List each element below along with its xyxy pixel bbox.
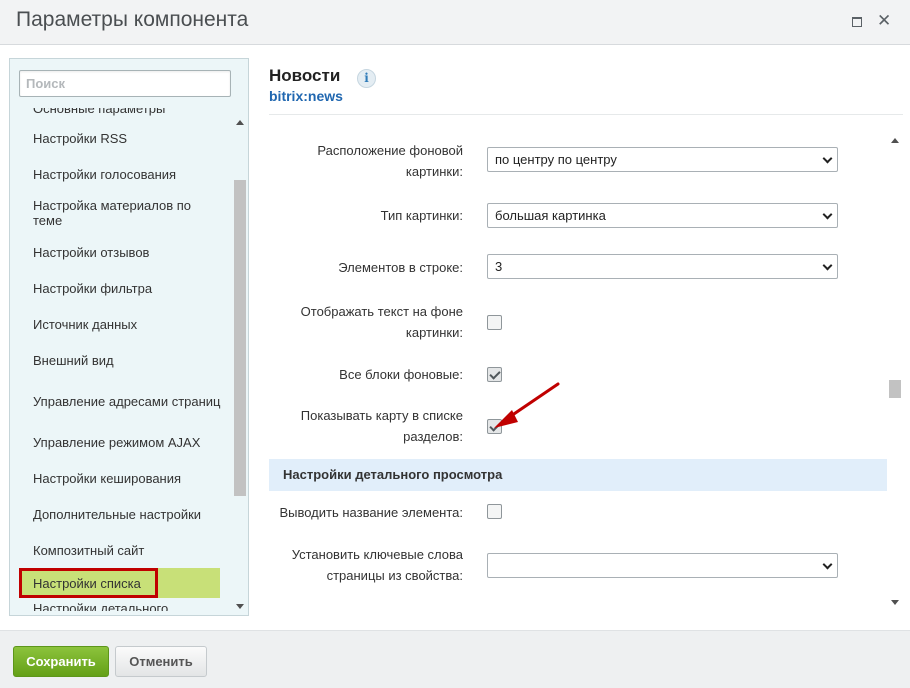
bg-position-select[interactable]: по центру по центру bbox=[487, 147, 838, 172]
setting-label: Установить ключевые слова страницы из св… bbox=[291, 547, 463, 583]
sidebar-item[interactable]: Настройки отзывов bbox=[11, 234, 231, 270]
setting-label: Отображать текст на фоне картинки: bbox=[300, 304, 463, 340]
sidebar-item-label: Настройка материалов по теме bbox=[33, 198, 191, 228]
chevron-down-icon bbox=[822, 209, 833, 220]
component-name: Новости bbox=[269, 66, 341, 85]
sidebar-item-label: Управление режимом AJAX bbox=[33, 434, 201, 450]
sidebar-item[interactable]: Настройки голосования bbox=[11, 156, 231, 192]
settings-scrollbar[interactable] bbox=[887, 130, 903, 616]
sidebar-scrollbar[interactable] bbox=[232, 108, 248, 612]
sidebar-item[interactable]: Настройки детального просмотра bbox=[11, 598, 231, 611]
setting-label: Все блоки фоновые: bbox=[339, 367, 463, 382]
picture-type-select[interactable]: большая картинка bbox=[487, 203, 838, 228]
dialog-titlebar: Параметры компонента ✕ bbox=[0, 0, 910, 45]
close-icon[interactable]: ✕ bbox=[877, 13, 891, 30]
sidebar-item-label: Управление адресами страниц bbox=[33, 393, 221, 409]
chevron-down-icon bbox=[822, 153, 833, 164]
highlight-frame bbox=[19, 568, 158, 598]
section-title: Настройки детального просмотра bbox=[283, 467, 503, 482]
sidebar-item-label: Внешний вид bbox=[33, 352, 114, 368]
sidebar-item-label: Настройки детального просмотра bbox=[33, 601, 169, 611]
sidebar-item[interactable]: Управление режимом AJAX bbox=[11, 424, 231, 460]
component-code: bitrix:news bbox=[269, 88, 343, 104]
info-icon[interactable]: i bbox=[357, 69, 376, 88]
select-value: по центру по центру bbox=[495, 152, 617, 167]
setting-label: Выводить название элемента: bbox=[279, 505, 463, 520]
annotation-arrow-icon bbox=[494, 382, 560, 428]
sidebar-item[interactable]: Композитный сайт bbox=[11, 532, 231, 568]
save-button[interactable]: Сохранить bbox=[13, 646, 109, 677]
sidebar-item[interactable]: Источник данных bbox=[11, 306, 231, 342]
maximize-icon[interactable] bbox=[850, 14, 864, 28]
sidebar-nav[interactable]: Основные параметры Настройки RSS Настройки… bbox=[11, 108, 231, 611]
sidebar-item-label: Дополнительные настройки bbox=[33, 506, 202, 522]
sidebar-item-active[interactable]: Настройки списка bbox=[19, 568, 220, 598]
sidebar-item[interactable]: Настройка материалов по теме bbox=[11, 192, 231, 234]
sidebar-item[interactable]: Настройки RSS bbox=[11, 120, 231, 156]
sidebar-item-label: Настройки отзывов bbox=[33, 244, 150, 260]
sidebar-item[interactable]: Внешний вид bbox=[11, 342, 231, 378]
sidebar-item-label: Источник данных bbox=[33, 316, 138, 332]
cancel-button[interactable]: Отменить bbox=[115, 646, 207, 677]
scroll-thumb[interactable] bbox=[234, 180, 246, 496]
select-value: большая картинка bbox=[495, 208, 606, 223]
sidebar-item[interactable]: Настройки фильтра bbox=[11, 270, 231, 306]
search-field[interactable] bbox=[19, 70, 231, 97]
dialog-footer: Сохранить Отменить bbox=[0, 630, 910, 688]
sidebar-item[interactable]: Управление адресами страниц bbox=[11, 378, 231, 424]
sidebar-item-label: Настройки RSS bbox=[33, 130, 128, 146]
scroll-thumb[interactable] bbox=[889, 380, 901, 398]
setting-label: Показывать карту в списке разделов: bbox=[300, 408, 463, 444]
sidebar-item[interactable]: Дополнительные настройки bbox=[11, 496, 231, 532]
search-input[interactable] bbox=[20, 71, 230, 96]
elements-per-row-select[interactable]: 3 bbox=[487, 254, 838, 279]
setting-label: Расположение фоновой картинки: bbox=[317, 143, 463, 179]
chevron-down-icon bbox=[822, 260, 833, 271]
sidebar-item-label: Настройки кеширования bbox=[33, 470, 182, 486]
scroll-down-icon[interactable] bbox=[891, 600, 899, 605]
select-value: 3 bbox=[495, 259, 503, 274]
chevron-down-icon bbox=[822, 559, 833, 570]
show-element-name-checkbox[interactable] bbox=[487, 504, 502, 519]
section-detail-view-header: Настройки детального просмотра bbox=[269, 459, 887, 491]
sidebar-item[interactable]: Настройки кеширования bbox=[11, 460, 231, 496]
settings-panel: Расположение фоновой картинки: по центру… bbox=[269, 130, 887, 616]
dialog-title: Параметры компонента bbox=[16, 8, 249, 31]
sidebar: Основные параметры Настройки RSS Настройки… bbox=[9, 58, 249, 616]
sidebar-item-label: Настройки голосования bbox=[33, 166, 177, 182]
scroll-up-icon[interactable] bbox=[891, 138, 899, 143]
sidebar-item-label: Композитный сайт bbox=[33, 542, 145, 558]
text-on-bg-checkbox[interactable] bbox=[487, 315, 502, 330]
sidebar-item[interactable]: Основные параметры bbox=[11, 108, 231, 120]
scroll-down-icon[interactable] bbox=[236, 604, 244, 609]
scroll-up-icon[interactable] bbox=[236, 120, 244, 125]
meta-keywords-select[interactable] bbox=[487, 553, 838, 578]
sidebar-item-label: Основные параметры bbox=[33, 108, 166, 116]
header-divider bbox=[269, 114, 903, 115]
setting-label: Элементов в строке: bbox=[338, 260, 463, 275]
setting-label: Тип картинки: bbox=[380, 208, 463, 223]
sidebar-item-label: Настройки фильтра bbox=[33, 280, 153, 296]
